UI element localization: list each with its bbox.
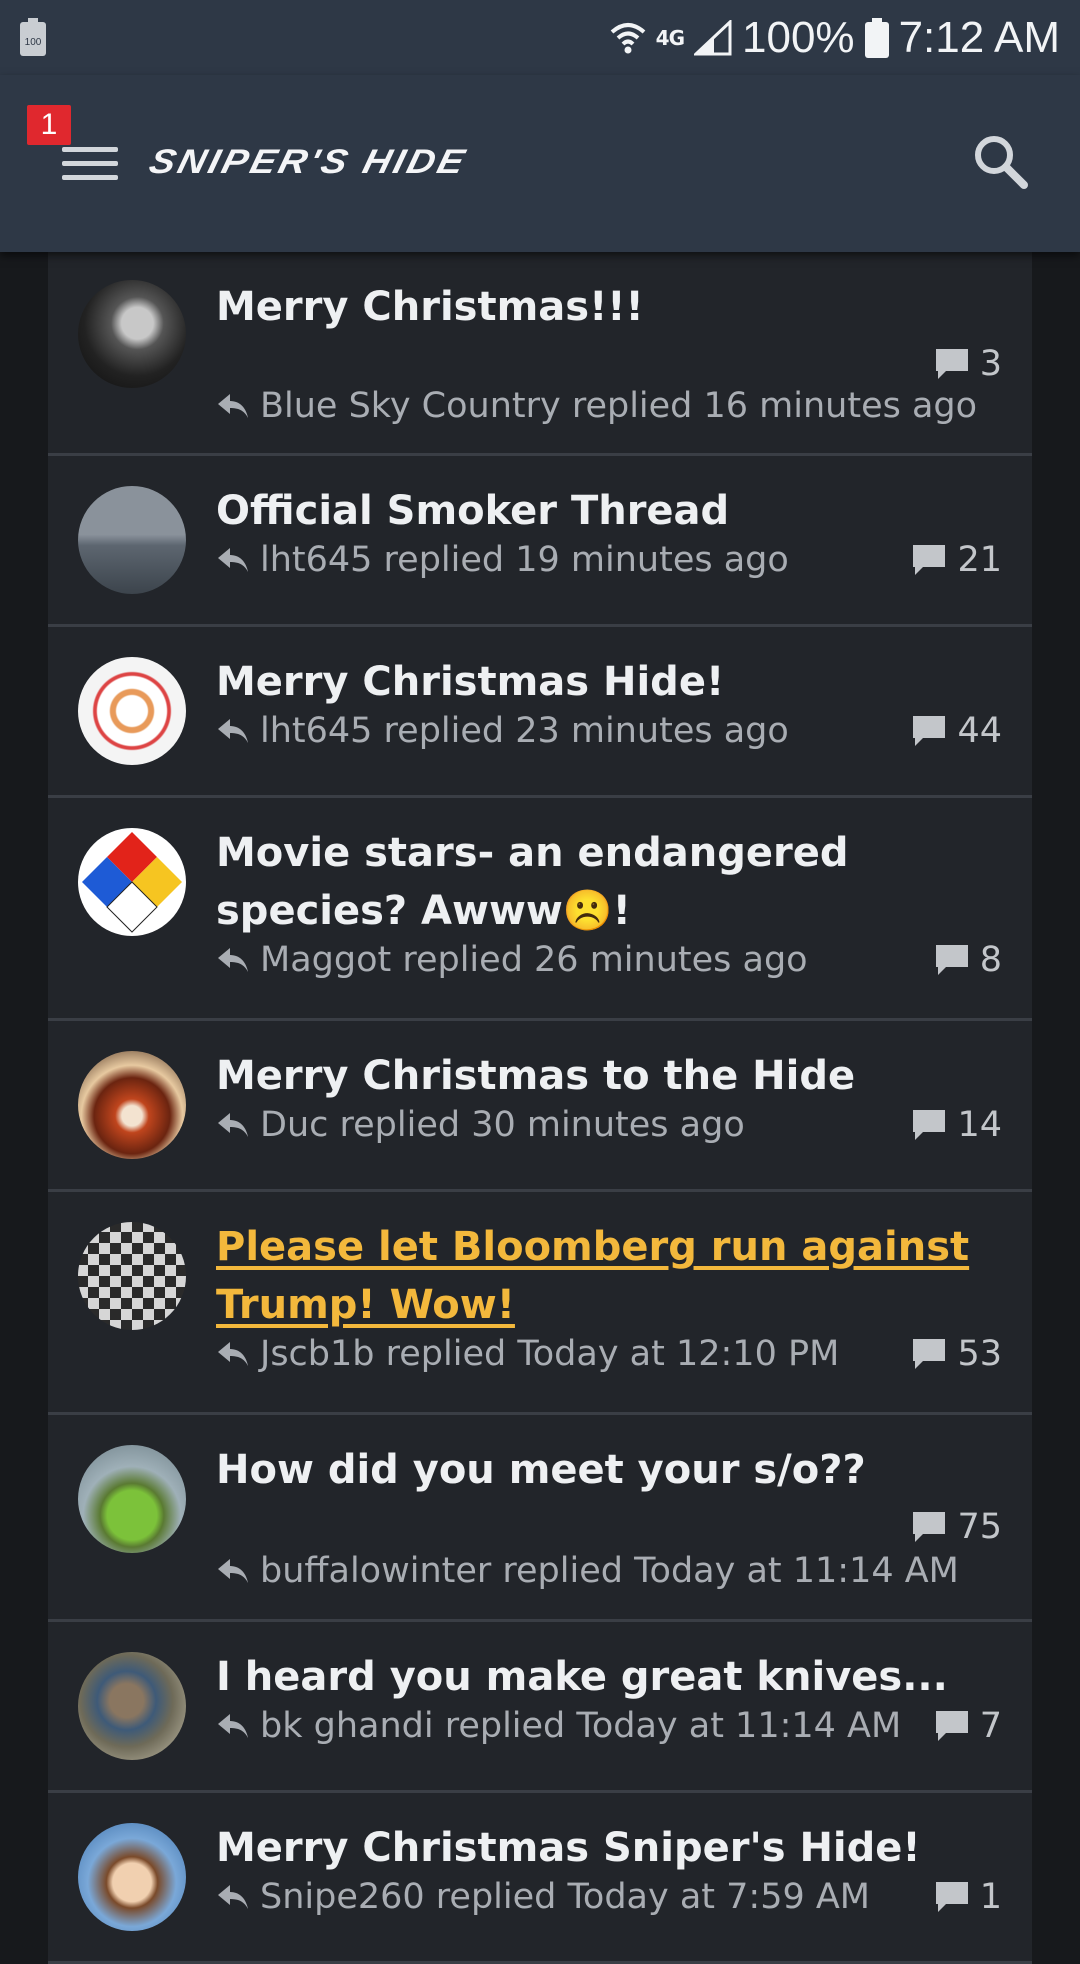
thread-meta: Snipe260 replied Today at 7:59 AM — [216, 1875, 870, 1919]
reply-count: 8 — [934, 938, 1002, 982]
thread-item[interactable]: Movie stars- an endangered species? Awww… — [48, 798, 1032, 1021]
avatar[interactable] — [78, 280, 186, 388]
thread-title[interactable]: I heard you make great knives... — [216, 1648, 1006, 1706]
chat-icon — [913, 1339, 946, 1369]
chat-icon — [913, 1110, 946, 1140]
reply-count: 3 — [934, 342, 1002, 386]
thread-item[interactable]: Merry Christmas Hide! lht645 replied 23 … — [48, 627, 1032, 798]
site-logo[interactable]: SNIPER'S HIDE — [145, 143, 471, 182]
hazard-diamond-icon — [82, 832, 182, 933]
thread-title-unread[interactable]: Please let Bloomberg run against Trump! … — [216, 1218, 1006, 1334]
reply-icon — [218, 1559, 248, 1583]
thread-title[interactable]: Merry Christmas Sniper's Hide! — [216, 1819, 1006, 1877]
thread-title[interactable]: Merry Christmas Hide! — [216, 653, 1006, 711]
thread-meta: Blue Sky Country replied 16 minutes ago — [216, 384, 977, 428]
status-bar: 100 4G 100% 7:12 AM — [0, 0, 1080, 75]
chat-icon — [913, 1512, 946, 1542]
menu-button[interactable] — [62, 141, 118, 187]
reply-icon — [218, 948, 248, 972]
thread-meta: lht645 replied 19 minutes ago — [216, 538, 789, 582]
search-icon[interactable] — [970, 131, 1030, 191]
thread-item[interactable]: Merry Christmas to the Hide Duc replied … — [48, 1021, 1032, 1192]
thread-meta: buffalowinter replied Today at 11:14 AM — [216, 1549, 959, 1593]
chat-icon — [935, 945, 968, 975]
wifi-icon — [610, 23, 645, 54]
thread-item[interactable]: Merry Christmas!!! 3 Blue Sky Country re… — [48, 252, 1032, 456]
reply-count: 53 — [911, 1332, 1002, 1376]
reply-count: 1 — [934, 1875, 1002, 1919]
chat-icon — [935, 1711, 968, 1741]
reply-count: 14 — [911, 1103, 1002, 1147]
thread-title[interactable]: Merry Christmas to the Hide — [216, 1047, 1006, 1105]
reply-icon — [218, 1714, 248, 1738]
reply-count: 75 — [911, 1505, 1002, 1549]
thread-title[interactable]: Movie stars- an endangered species? Awww… — [216, 824, 1006, 940]
reply-count: 7 — [934, 1704, 1002, 1748]
battery-percent: 100% — [742, 13, 855, 62]
network-type: 4G — [655, 26, 685, 50]
avatar[interactable] — [78, 1445, 186, 1553]
thread-meta: Duc replied 30 minutes ago — [216, 1103, 745, 1147]
thread-meta: bk ghandi replied Today at 11:14 AM — [216, 1704, 901, 1748]
battery-left-label: 100 — [25, 37, 42, 48]
reply-icon — [218, 1885, 248, 1909]
chat-icon — [913, 716, 946, 746]
avatar[interactable] — [78, 1652, 186, 1760]
thread-item[interactable]: Official Smoker Thread lht645 replied 19… — [48, 456, 1032, 627]
avatar[interactable] — [78, 657, 186, 765]
signal-icon — [694, 20, 732, 56]
thread-list: Merry Christmas!!! 3 Blue Sky Country re… — [48, 252, 1032, 1964]
chat-icon — [935, 349, 968, 379]
avatar[interactable] — [78, 1051, 186, 1159]
app-header: 1 SNIPER'S HIDE — [0, 75, 1080, 252]
reply-count: 44 — [911, 709, 1002, 753]
reply-icon — [218, 719, 248, 743]
avatar[interactable] — [78, 828, 186, 936]
clock: 7:12 AM — [898, 13, 1060, 62]
chat-icon — [913, 545, 946, 575]
avatar[interactable] — [78, 1222, 186, 1330]
chat-icon — [935, 1882, 968, 1912]
thread-item[interactable]: Merry Christmas Sniper's Hide! Snipe260 … — [48, 1793, 1032, 1964]
battery-full-icon — [864, 18, 889, 58]
reply-icon — [218, 1342, 248, 1366]
reply-icon — [218, 394, 248, 418]
avatar[interactable] — [78, 1823, 186, 1931]
thread-title[interactable]: Merry Christmas!!! — [216, 278, 1006, 336]
thread-item[interactable]: I heard you make great knives... bk ghan… — [48, 1622, 1032, 1793]
thread-meta: lht645 replied 23 minutes ago — [216, 709, 789, 753]
thread-item[interactable]: How did you meet your s/o?? 75 buffalowi… — [48, 1415, 1032, 1622]
thread-title[interactable]: How did you meet your s/o?? — [216, 1441, 1006, 1499]
reply-count: 21 — [911, 538, 1002, 582]
thread-meta: Jscb1b replied Today at 12:10 PM — [216, 1332, 839, 1376]
reply-icon — [218, 1113, 248, 1137]
thread-item[interactable]: Please let Bloomberg run against Trump! … — [48, 1192, 1032, 1415]
avatar[interactable] — [78, 486, 186, 594]
thread-title[interactable]: Official Smoker Thread — [216, 482, 1006, 540]
battery-icon: 100 — [20, 18, 46, 56]
menu-icon — [62, 147, 118, 152]
reply-icon — [218, 548, 248, 572]
notification-badge[interactable]: 1 — [27, 105, 71, 145]
thread-meta: Maggot replied 26 minutes ago — [216, 938, 808, 982]
